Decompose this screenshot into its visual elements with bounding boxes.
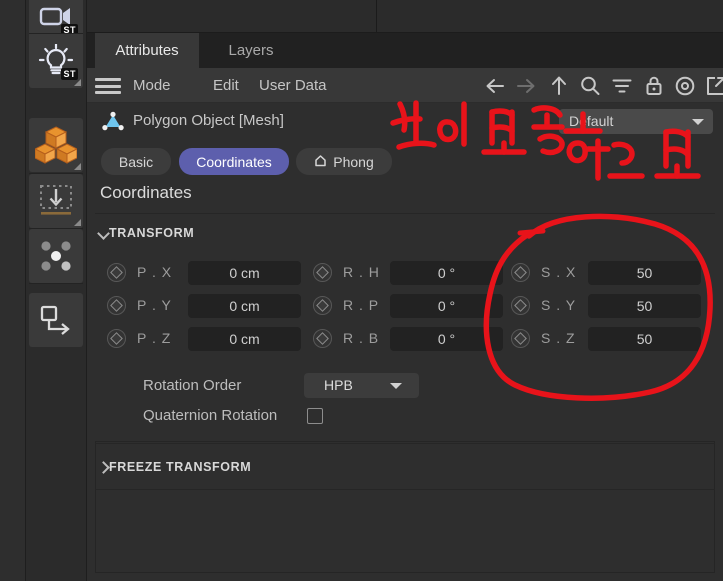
field-pz[interactable]: 0 cm xyxy=(188,327,301,351)
field-py[interactable]: 0 cm xyxy=(188,294,301,318)
attribute-tab-phong[interactable]: Phong xyxy=(296,148,392,175)
keyframe-diamond-icon[interactable] xyxy=(511,296,530,315)
left-icon-toolbar: ST ST xyxy=(26,0,86,581)
object-title: Polygon Object [Mesh] xyxy=(133,112,284,129)
left-gutter xyxy=(0,0,25,581)
five-dots-icon xyxy=(41,241,71,271)
light-object-tool[interactable]: ST xyxy=(29,34,83,88)
field-label-pz: P . Z xyxy=(137,330,172,346)
rotation-order-label: Rotation Order xyxy=(143,377,242,394)
target-record-icon[interactable] xyxy=(673,74,697,98)
field-label-sx: S . X xyxy=(541,264,577,280)
field-px[interactable]: 0 cm xyxy=(188,261,301,285)
drop-to-floor-tool[interactable] xyxy=(29,174,83,228)
filter-icon[interactable] xyxy=(610,74,634,98)
polygon-object-icon xyxy=(102,111,124,131)
rotation-order-value: HPB xyxy=(324,377,353,393)
menu-item-edit[interactable]: Edit xyxy=(209,75,243,97)
attribute-body: Polygon Object [Mesh] Default Basic Coor… xyxy=(87,103,723,581)
field-rh[interactable]: 0 ° xyxy=(390,261,503,285)
attribute-tab-basic[interactable]: Basic xyxy=(101,148,171,175)
primitive-tool-corner-marker xyxy=(74,163,81,170)
freeze-transform-top-divider xyxy=(95,443,715,444)
title-divider xyxy=(95,213,715,214)
search-icon[interactable] xyxy=(578,74,602,98)
field-label-py: P . Y xyxy=(137,297,172,313)
group-header-transform[interactable]: TRANSFORM xyxy=(109,226,194,240)
chevron-down-icon xyxy=(390,383,402,389)
drop-to-floor-corner-marker xyxy=(74,219,81,226)
forward-arrow-icon xyxy=(514,74,538,98)
keyframe-diamond-icon[interactable] xyxy=(511,329,530,348)
menu-icon[interactable] xyxy=(95,78,121,94)
field-sz[interactable]: 50 xyxy=(588,327,701,351)
light-tool-corner-marker xyxy=(74,79,81,86)
group-header-freeze-transform[interactable]: FREEZE TRANSFORM xyxy=(109,460,251,474)
quaternion-rotation-label: Quaternion Rotation xyxy=(143,407,278,424)
field-label-sz: S . Z xyxy=(541,330,576,346)
up-arrow-icon[interactable] xyxy=(547,74,571,98)
keyframe-diamond-icon[interactable] xyxy=(107,296,126,315)
field-sy[interactable]: 50 xyxy=(588,294,701,318)
rotation-order-dropdown[interactable]: HPB xyxy=(304,373,419,398)
primitive-object-tool[interactable] xyxy=(29,118,83,172)
array-tool[interactable] xyxy=(29,229,83,283)
tab-attributes-label: Attributes xyxy=(115,42,179,59)
keyframe-diamond-icon[interactable] xyxy=(107,263,126,282)
open-external-icon[interactable] xyxy=(704,74,723,98)
page-title: Coordinates xyxy=(100,183,192,202)
field-rp[interactable]: 0 ° xyxy=(390,294,503,318)
quaternion-rotation-checkbox[interactable] xyxy=(307,408,323,424)
chevron-down-icon[interactable] xyxy=(97,227,110,240)
object-header-row: Polygon Object [Mesh] Default xyxy=(87,103,723,139)
phong-tag-icon xyxy=(314,154,327,170)
field-label-sy: S . Y xyxy=(541,297,577,313)
attribute-menubar: Mode Edit User Data xyxy=(87,68,723,103)
keyframe-diamond-icon[interactable] xyxy=(107,329,126,348)
top-header-divider xyxy=(376,0,377,32)
field-label-rb: R . B xyxy=(343,330,380,346)
tab-layers-label: Layers xyxy=(228,42,274,59)
field-label-px: P . X xyxy=(137,264,173,280)
panel-tabbar: Attributes Layers xyxy=(87,33,723,68)
preset-dropdown-button[interactable] xyxy=(683,109,713,134)
keyframe-diamond-icon[interactable] xyxy=(313,296,332,315)
tab-layers[interactable]: Layers xyxy=(215,33,287,68)
field-sx[interactable]: 50 xyxy=(588,261,701,285)
preset-value: Default xyxy=(569,113,614,129)
back-arrow-icon[interactable] xyxy=(483,74,507,98)
chevron-down-icon xyxy=(692,119,704,125)
attribute-tab-coordinates-label: Coordinates xyxy=(196,153,272,170)
attribute-tab-coordinates[interactable]: Coordinates xyxy=(179,148,289,175)
keyframe-diamond-icon[interactable] xyxy=(511,263,530,282)
instance-tool[interactable] xyxy=(29,293,83,347)
menu-item-mode[interactable]: Mode xyxy=(129,75,175,97)
keyframe-diamond-icon[interactable] xyxy=(313,263,332,282)
menu-item-user-data[interactable]: User Data xyxy=(255,75,331,97)
lock-icon[interactable] xyxy=(642,74,666,98)
keyframe-diamond-icon[interactable] xyxy=(313,329,332,348)
field-label-rh: R . H xyxy=(343,264,380,280)
attribute-tab-basic-label: Basic xyxy=(118,153,154,170)
field-label-rp: R . P xyxy=(343,297,380,313)
arrow-down-to-plane-icon xyxy=(40,185,72,215)
square-arrow-icon xyxy=(40,305,70,335)
cubes-icon xyxy=(35,126,77,164)
tab-attributes[interactable]: Attributes xyxy=(95,33,199,68)
freeze-transform-bottom-divider xyxy=(95,489,715,490)
cinema4d-attribute-manager: ST ST Attributes Layers Mode Edit User D… xyxy=(0,0,723,581)
toolbar-separator xyxy=(29,283,83,284)
attribute-tab-phong-label: Phong xyxy=(333,153,374,170)
top-header-strip xyxy=(87,0,723,33)
field-rb[interactable]: 0 ° xyxy=(390,327,503,351)
